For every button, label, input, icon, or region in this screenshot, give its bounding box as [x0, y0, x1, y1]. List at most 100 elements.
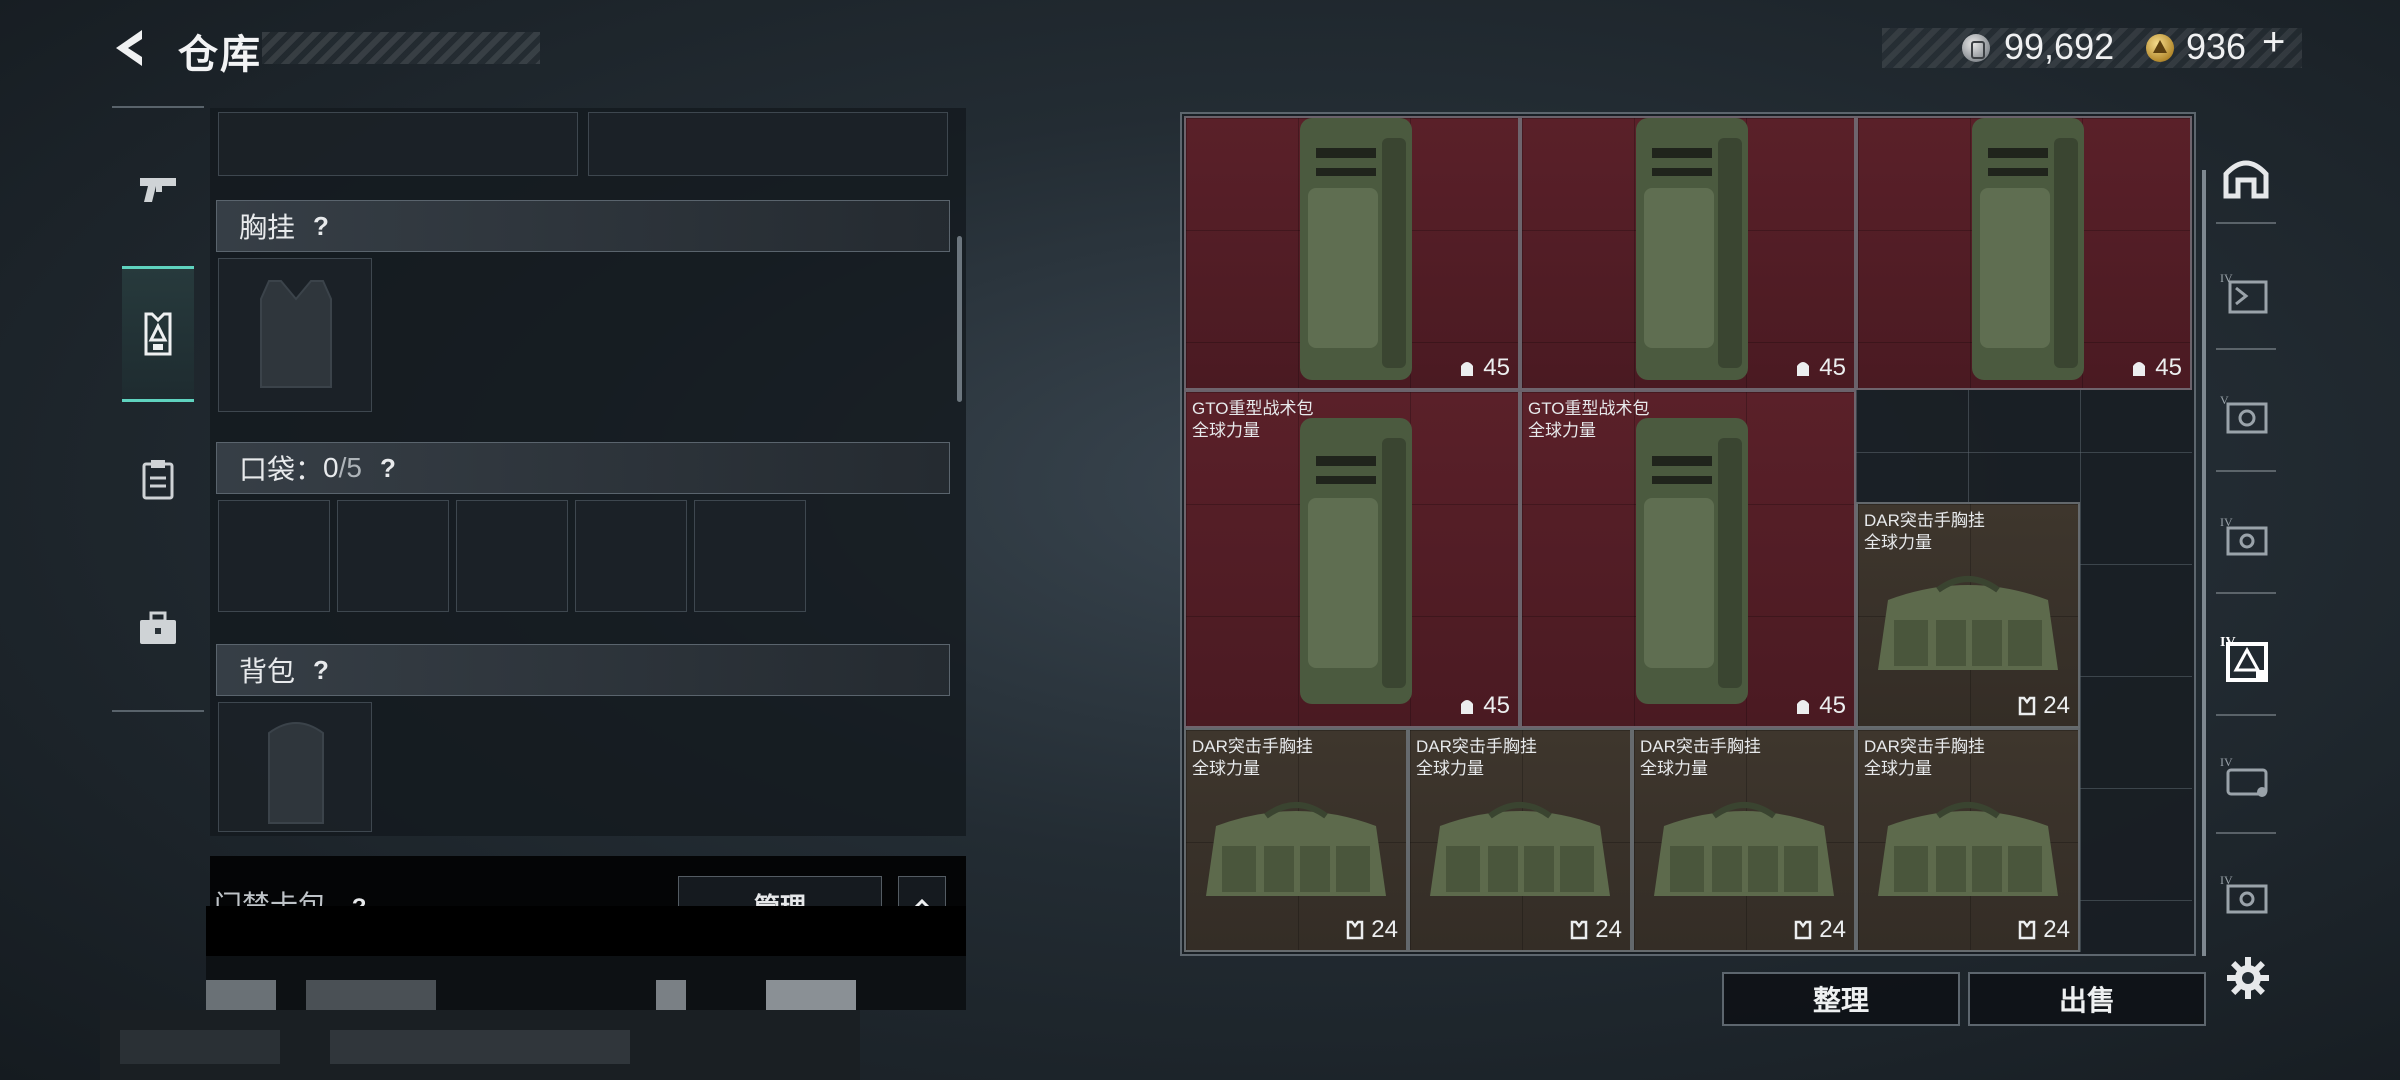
pocket-slot[interactable]: [456, 500, 568, 612]
backpack-icon: [1300, 418, 1412, 704]
filter-divider: [2216, 470, 2276, 472]
item-stack-count: 45: [1793, 354, 1846, 382]
equipment-slot-top-left[interactable]: [218, 112, 578, 176]
item-brand: 全球力量: [1192, 759, 1260, 778]
item-stack-count: 24: [1345, 916, 1398, 944]
vest-capacity-icon: [1795, 920, 1812, 940]
inventory-item[interactable]: DAR突击手胸挂 全球力量 24: [1856, 728, 2080, 952]
item-stack-count: 45: [1793, 692, 1846, 720]
sell-button[interactable]: 出售: [1968, 972, 2206, 1026]
backpack-placeholder-icon: [268, 722, 324, 824]
item-name: GTO重型战术包: [1192, 399, 1314, 418]
filter-divider: [2216, 348, 2276, 350]
filter-tier-iv-bag-active[interactable]: IV: [2216, 630, 2276, 690]
vest-capacity-icon: [2019, 920, 2036, 940]
pockets-help-button[interactable]: ?: [380, 453, 396, 484]
briefcase-icon: [140, 611, 176, 644]
item-name: DAR突击手胸挂: [1416, 737, 1537, 756]
filter-all[interactable]: [2216, 146, 2276, 206]
chest-rig-label: 胸挂: [239, 212, 296, 243]
filter-tier-iv-backpack[interactable]: IV: [2216, 264, 2276, 324]
item-stack-count: 45: [2129, 354, 2182, 382]
chest-rig-help-button[interactable]: ?: [313, 211, 329, 242]
item-brand: 全球力量: [1864, 533, 1932, 552]
equipment-slot-top-right[interactable]: [588, 112, 948, 176]
inventory-item[interactable]: DAR突击手胸挂 全球力量 24: [1184, 728, 1408, 952]
filter-tier-iv-armor[interactable]: IV: [2216, 866, 2276, 926]
item-brand: 全球力量: [1416, 759, 1484, 778]
backpack-help-button[interactable]: ?: [313, 655, 329, 686]
inventory-item[interactable]: DAR突击手胸挂 全球力量 24: [1632, 728, 1856, 952]
settings-button[interactable]: [2224, 954, 2272, 1002]
back-arrow-icon: [116, 30, 142, 66]
item-stack-count: 45: [1457, 692, 1510, 720]
filter-divider: [2216, 714, 2276, 716]
silver-coin-icon: [1962, 34, 1990, 62]
tier-iv-helmet-icon: IV: [2220, 755, 2268, 797]
gold-balance: 936: [2186, 26, 2247, 67]
pocket-slot[interactable]: [575, 500, 687, 612]
vest-capacity-icon: [2019, 696, 2036, 716]
sort-button[interactable]: 整理: [1722, 972, 1960, 1026]
item-name: DAR突击手胸挂: [1640, 737, 1761, 756]
backpack-icon: [1636, 418, 1748, 704]
gear-icon: [2227, 957, 2269, 999]
chest-rig-placeholder-icon: [260, 280, 332, 388]
equipment-scrollbar[interactable]: [957, 236, 962, 402]
tab-items[interactable]: [122, 560, 194, 696]
inventory-item[interactable]: GTO重型战术包 全球力量 45: [1184, 390, 1520, 728]
inventory-item[interactable]: DAR突击手胸挂 全球力量 24: [1408, 728, 1632, 952]
item-brand: 全球力量: [1640, 759, 1708, 778]
chest-rig-slot[interactable]: [218, 258, 372, 412]
backpack-slot[interactable]: [218, 702, 372, 832]
backpack-icon: [1300, 118, 1412, 380]
item-name: GTO重型战术包: [1528, 399, 1650, 418]
inventory-item[interactable]: GTO重型战术包 全球力量 45: [1520, 390, 1856, 728]
redacted-area: [100, 1010, 860, 1080]
backpack-capacity-icon: [1461, 362, 1474, 376]
inventory-item[interactable]: 45: [1184, 116, 1520, 390]
vest-capacity-icon: [1571, 920, 1588, 940]
filter-tier-iv-chest-rig[interactable]: IV: [2216, 508, 2276, 568]
pocket-slot[interactable]: [694, 500, 806, 612]
pockets-header: 口袋： 0 / 5 ?: [216, 442, 950, 494]
item-stack-count: 45: [1457, 354, 1510, 382]
pocket-slot[interactable]: [218, 500, 330, 612]
item-stack-count: 24: [2017, 916, 2070, 944]
all-icon: [2223, 160, 2269, 199]
topup-button[interactable]: +: [2262, 20, 2285, 65]
filter-scroll-rail[interactable]: [2202, 170, 2206, 956]
item-name: DAR突击手胸挂: [1864, 737, 1985, 756]
pockets-separator: /: [338, 452, 347, 483]
pockets-label: 口袋：: [239, 454, 324, 485]
filter-divider: [2216, 832, 2276, 834]
tab-equipment[interactable]: [122, 266, 194, 402]
tier-v-chest-rig-icon: V: [2220, 393, 2268, 434]
item-stack-count: 24: [1793, 916, 1846, 944]
clipboard-icon: [142, 460, 174, 500]
item-stack-count: 24: [2017, 692, 2070, 720]
item-stack-count: 24: [1569, 916, 1622, 944]
back-button[interactable]: [108, 26, 152, 70]
filter-tier-iv-helmet[interactable]: IV: [2216, 748, 2276, 808]
inventory-item[interactable]: 45: [1520, 116, 1856, 390]
inventory-item[interactable]: DAR突击手胸挂 全球力量 24: [1856, 502, 2080, 728]
backpack-label: 背包: [239, 656, 296, 687]
chest-rig-icon: [1878, 576, 2058, 670]
filter-tier-v-chest-rig[interactable]: V: [2216, 386, 2276, 446]
svg-text:IV: IV: [2220, 755, 2233, 769]
backpack-icon: [1972, 118, 2084, 380]
chest-rig-icon: [1206, 802, 1386, 896]
tab-weapons[interactable]: [122, 122, 194, 258]
pocket-slot[interactable]: [337, 500, 449, 612]
tier-iv-chest-rig-icon: IV: [2220, 515, 2268, 556]
backpack-capacity-icon: [1797, 700, 1810, 714]
inventory-item[interactable]: 45: [1856, 116, 2192, 390]
silver-balance: 99,692: [2004, 26, 2115, 67]
tier-iv-bag-active-icon: IV: [2220, 635, 2268, 682]
tab-consumables[interactable]: [122, 412, 194, 548]
item-brand: 全球力量: [1864, 759, 1932, 778]
filter-divider: [2216, 222, 2276, 224]
vest-equipment-icon: [144, 312, 172, 356]
item-name: DAR突击手胸挂: [1864, 511, 1985, 530]
